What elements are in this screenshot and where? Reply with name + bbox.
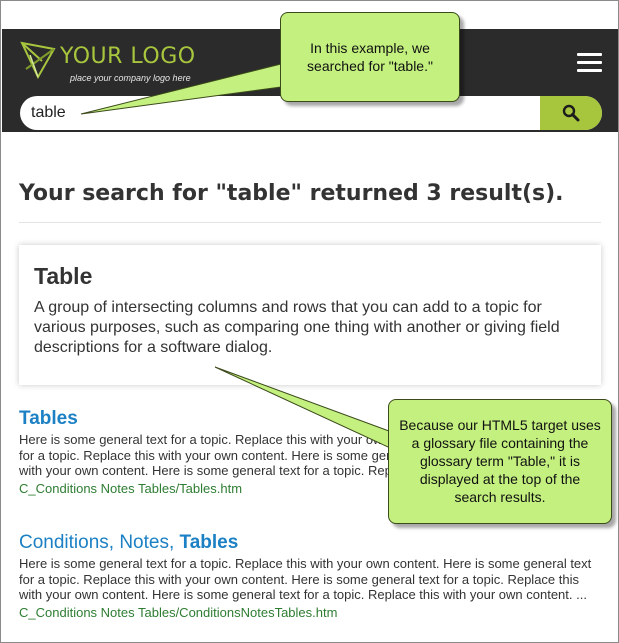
callout-search-note: In this example, we searched for "table.… — [280, 12, 460, 102]
callout-pointer-search — [80, 58, 312, 115]
callout-pointer-glossary — [214, 366, 403, 455]
callout-glossary-note: Because our HTML5 target uses a glossary… — [388, 399, 612, 524]
screenshot-frame: YOUR LOGO place your company logo here Y… — [0, 0, 619, 643]
